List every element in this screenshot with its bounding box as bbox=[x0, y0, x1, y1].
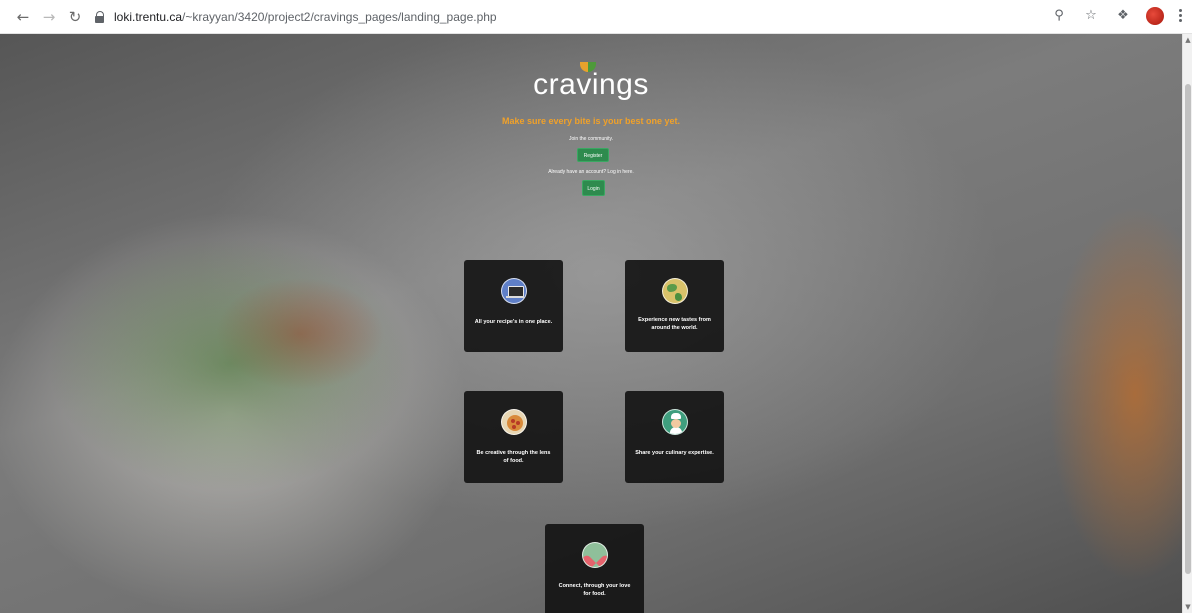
chef-icon bbox=[661, 409, 688, 435]
tagline: Make sure every bite is your best one ye… bbox=[501, 116, 681, 126]
lock-icon bbox=[94, 11, 106, 23]
forward-arrow-icon[interactable]: → bbox=[40, 8, 58, 26]
extensions-puzzle-icon[interactable]: ❖ bbox=[1114, 7, 1132, 25]
profile-avatar[interactable] bbox=[1146, 7, 1164, 25]
laptop-icon bbox=[500, 278, 527, 304]
vertical-scrollbar[interactable]: ▲ ▼ bbox=[1182, 34, 1192, 613]
url-host: loki.trentu.ca bbox=[114, 10, 183, 24]
pizza-icon bbox=[500, 409, 527, 435]
scroll-thumb[interactable] bbox=[1185, 84, 1191, 574]
browser-menu-icon[interactable] bbox=[1178, 9, 1182, 23]
feature-text: Connect, through your love for food. bbox=[558, 583, 631, 597]
address-bar[interactable]: loki.trentu.ca /~krayyan/3420/project2/c… bbox=[94, 7, 497, 27]
feature-text: Share your culinary expertise. bbox=[635, 450, 714, 456]
back-arrow-icon[interactable]: ← bbox=[14, 8, 32, 26]
logo: cravings bbox=[533, 68, 649, 101]
feature-card-recipes: All your recipe's in one place. bbox=[464, 260, 563, 352]
login-button[interactable]: Login bbox=[582, 180, 605, 196]
join-text: Join the community. bbox=[568, 136, 614, 142]
feature-card-connect: Connect, through your love for food. bbox=[545, 524, 644, 613]
heart-icon bbox=[581, 542, 608, 568]
page-background: cravings Make sure every bite is your be… bbox=[0, 34, 1182, 613]
bookmark-star-icon[interactable]: ☆ bbox=[1082, 7, 1100, 25]
feature-card-creative: Be creative through the lens of food. bbox=[464, 391, 563, 483]
feature-card-share: Share your culinary expertise. bbox=[625, 391, 724, 483]
url-path: /~krayyan/3420/project2/cravings_pages/l… bbox=[182, 10, 497, 24]
feature-card-world: Experience new tastes from around the wo… bbox=[625, 260, 724, 352]
reload-icon[interactable]: ↻ bbox=[66, 8, 84, 26]
feature-text: Be creative through the lens of food. bbox=[476, 450, 551, 464]
browser-toolbar: ← → ↻ loki.trentu.ca /~krayyan/3420/proj… bbox=[0, 0, 1192, 34]
globe-icon bbox=[661, 278, 688, 304]
feature-text: Experience new tastes from around the wo… bbox=[638, 317, 711, 331]
feature-text: All your recipe's in one place. bbox=[474, 319, 553, 325]
register-button[interactable]: Register bbox=[577, 148, 609, 162]
zoom-icon[interactable]: ⚲ bbox=[1050, 7, 1068, 25]
login-prompt-text: Already have an account? Log in here. bbox=[548, 169, 634, 175]
scroll-down-icon[interactable]: ▼ bbox=[1183, 601, 1192, 613]
scroll-up-icon[interactable]: ▲ bbox=[1183, 34, 1192, 46]
